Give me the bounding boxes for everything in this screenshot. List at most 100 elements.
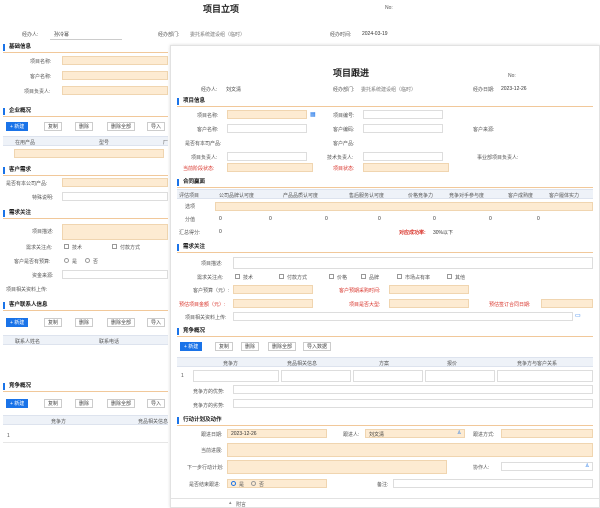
- back-contact-import-button[interactable]: 导入: [147, 318, 166, 327]
- front-follow-date-value: 2023-12-26: [231, 431, 257, 437]
- back-existing-input[interactable]: [62, 178, 168, 187]
- front-footer-label[interactable]: 附言: [236, 501, 246, 508]
- front-delete-button[interactable]: 删除: [241, 342, 260, 351]
- front-focus-brand-checkbox[interactable]: [361, 274, 366, 279]
- front-compete-row-cell-2[interactable]: [281, 370, 351, 382]
- front-focus-other-checkbox[interactable]: [447, 274, 452, 279]
- person-icon[interactable]: ♙: [457, 430, 461, 436]
- col-compete-info: 竞品相关信息: [138, 419, 169, 425]
- front-total-value: 0: [219, 229, 222, 235]
- front-big-project-input[interactable]: [389, 299, 469, 308]
- front-new-button[interactable]: + 新建: [180, 342, 203, 351]
- front-next-plan-input[interactable]: [227, 460, 447, 474]
- front-project-no-input[interactable]: [363, 110, 443, 119]
- front-customer-source-label: 客户来源:: [473, 127, 495, 133]
- back-dept-value: 委托系统建设组（临时）: [190, 32, 246, 38]
- front-expected-input[interactable]: [541, 299, 593, 308]
- back-focus-tech-label: 技术: [72, 245, 83, 251]
- back-delete-button[interactable]: 删除: [75, 122, 94, 131]
- front-project-name-input[interactable]: [227, 110, 307, 119]
- front-project-owner-input[interactable]: [227, 152, 307, 161]
- front-eval-divider: [177, 187, 593, 188]
- front-delete-all-button[interactable]: 删除全部: [268, 342, 297, 351]
- front-compete-dis-input[interactable]: [233, 399, 593, 408]
- back-compete-delete-all-button[interactable]: 删除全部: [107, 399, 136, 408]
- front-import-button[interactable]: 导入数据: [303, 342, 332, 351]
- back-product-row[interactable]: [14, 149, 164, 158]
- back-compete-new-button[interactable]: + 新建: [6, 399, 29, 408]
- front-tech-owner-input[interactable]: [363, 152, 443, 161]
- front-eval-score-label: 分值: [185, 217, 196, 223]
- back-focus-tech-checkbox[interactable]: [64, 244, 69, 249]
- front-compete-row-cell-3[interactable]: [353, 370, 423, 382]
- chevron-up-icon[interactable]: ▴: [229, 500, 232, 506]
- front-customer-product-label: 客户产品:: [333, 141, 355, 147]
- front-compete-row-cell-4[interactable]: [425, 370, 495, 382]
- back-desc-input[interactable]: [62, 224, 168, 240]
- front-date-value: 2023-12-26: [501, 86, 527, 92]
- front-attach-input[interactable]: [233, 312, 573, 321]
- back-copy-button[interactable]: 复制: [44, 122, 63, 131]
- front-compete-row-cell-1[interactable]: [193, 370, 279, 382]
- back-time-value: 2024-03-19: [362, 31, 388, 37]
- front-big-project-label: 项目是否大型:: [349, 302, 381, 308]
- back-new-button[interactable]: + 新建: [6, 122, 29, 131]
- front-focus-price-checkbox[interactable]: [329, 274, 334, 279]
- back-budget-yes-label: 是: [72, 259, 78, 265]
- front-ended-no-radio[interactable]: [251, 481, 256, 486]
- front-focus-tech-label: 技术: [243, 275, 254, 281]
- front-eval-options-row[interactable]: [215, 202, 593, 211]
- front-budget-input[interactable]: [233, 285, 313, 294]
- back-source-input[interactable]: [62, 270, 168, 279]
- back-handler-value: 孙冷幂: [54, 32, 70, 38]
- front-assist-input[interactable]: [501, 462, 593, 471]
- back-compete-import-button[interactable]: 导入: [147, 399, 166, 408]
- front-focus-pay-checkbox[interactable]: [279, 274, 284, 279]
- back-contact-delete-all-button[interactable]: 删除全部: [107, 318, 136, 327]
- front-compete-row-cell-5[interactable]: [497, 370, 593, 382]
- front-eval-section: 合同赢面: [177, 179, 205, 186]
- front-focus-share-checkbox[interactable]: [397, 274, 402, 279]
- back-budget-no-radio[interactable]: [85, 258, 90, 263]
- col-service: 售后服务认可度: [349, 193, 385, 199]
- back-project-name-input[interactable]: [62, 56, 168, 65]
- col-product-info: 竞品相关信息: [287, 361, 318, 367]
- back-focus-pay-checkbox[interactable]: [112, 244, 117, 249]
- front-copy-button[interactable]: 复制: [215, 342, 234, 351]
- back-special-input[interactable]: [62, 192, 168, 201]
- front-customer-name-input[interactable]: [227, 124, 307, 133]
- front-compete-adv-input[interactable]: [233, 385, 593, 394]
- back-contact-new-button[interactable]: + 新建: [6, 318, 29, 327]
- back-contact-copy-button[interactable]: 复制: [44, 318, 63, 327]
- assist-person-icon[interactable]: ♙: [585, 463, 589, 469]
- front-current-stage-select[interactable]: [227, 163, 313, 172]
- back-import-button[interactable]: 导入: [147, 122, 166, 131]
- front-project-status-select[interactable]: [363, 163, 449, 172]
- back-contact-delete-button[interactable]: 删除: [75, 318, 94, 327]
- attach-icon[interactable]: ▭: [575, 312, 581, 319]
- back-delete-all-button[interactable]: 删除全部: [107, 122, 136, 131]
- back-demand-divider: [3, 218, 168, 219]
- col-price: 价格竞争力: [408, 193, 434, 199]
- front-customer-no-input[interactable]: [363, 124, 443, 133]
- back-compete-copy-button[interactable]: 复制: [44, 399, 63, 408]
- lookup-icon[interactable]: ▦: [310, 111, 316, 118]
- back-customer-name-input[interactable]: [62, 71, 168, 80]
- front-ended-yes-radio[interactable]: [231, 481, 236, 486]
- front-amount-input[interactable]: [233, 299, 313, 308]
- front-plan-date-input[interactable]: [389, 285, 469, 294]
- front-compete-header: 竞争方 竞品相关信息 方案 报价 竞争方与客户关系: [177, 357, 593, 367]
- back-compete-row-number: 1: [7, 433, 10, 439]
- front-progress-input[interactable]: [227, 443, 593, 457]
- front-follow-way-select[interactable]: [501, 429, 593, 438]
- front-desc-input[interactable]: [233, 257, 593, 269]
- front-remark-input[interactable]: [393, 479, 593, 488]
- front-existing-label: 是否有本司产品:: [185, 141, 222, 147]
- back-budget-yes-radio[interactable]: [64, 258, 69, 263]
- back-project-owner-input[interactable]: [62, 86, 168, 95]
- front-focus-other-label: 其他: [455, 275, 466, 281]
- front-focus-tech-checkbox[interactable]: [235, 274, 240, 279]
- back-demand-section: 需求关注: [3, 210, 31, 217]
- front-project-status-label: 项目状态:: [333, 166, 355, 172]
- back-compete-delete-button[interactable]: 删除: [75, 399, 94, 408]
